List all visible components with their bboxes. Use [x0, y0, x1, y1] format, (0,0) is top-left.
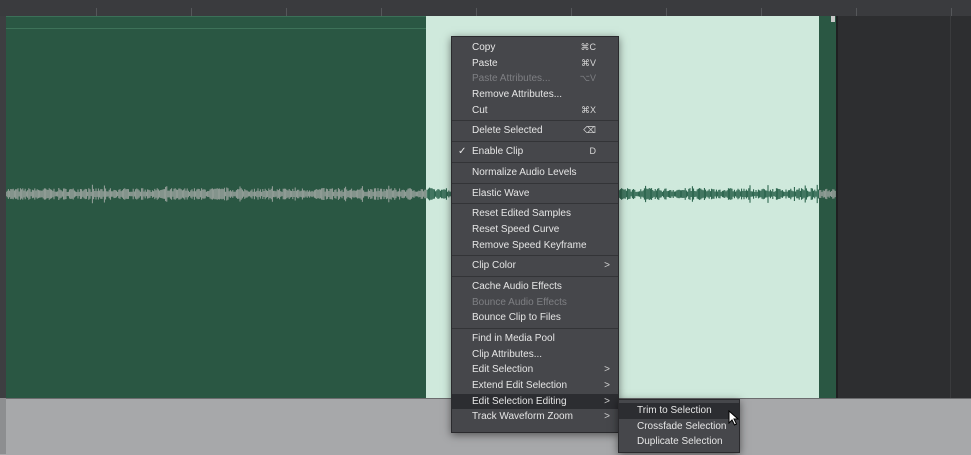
ruler-tick [191, 8, 192, 16]
ruler-tick [381, 8, 382, 16]
menu-item-label: Trim to Selection [637, 405, 712, 416]
menu-separator [452, 275, 618, 277]
menu-item-elastic-wave[interactable]: Elastic Wave [452, 186, 618, 202]
menu-item-normalize-audio-levels[interactable]: Normalize Audio Levels [452, 165, 618, 181]
menu-item-track-waveform-zoom[interactable]: Track Waveform Zoom > [452, 409, 618, 425]
menu-item-label: Reset Edited Samples [472, 208, 571, 220]
menu-item-bounce-clip-to-files[interactable]: Bounce Clip to Files [452, 310, 618, 326]
menu-item-cut[interactable]: Cut ⌘X [452, 103, 618, 119]
shortcut-label: ⌥V [579, 73, 596, 84]
menu-item-reset-edited-samples[interactable]: Reset Edited Samples [452, 206, 618, 222]
menu-item-extend-edit-selection[interactable]: Extend Edit Selection > [452, 378, 618, 394]
menu-item-label: Duplicate Selection [637, 436, 723, 448]
menu-item-remove-attributes[interactable]: Remove Attributes... [452, 87, 618, 103]
menu-separator [452, 182, 618, 184]
submenu-item-trim-to-selection[interactable]: Trim to Selection [619, 403, 739, 419]
check-icon: ✓ [458, 146, 467, 158]
menu-item-find-in-media-pool[interactable]: Find in Media Pool [452, 331, 618, 347]
ruler-tick [666, 8, 667, 16]
submenu-item-crossfade-selection[interactable]: Crossfade Selection [619, 419, 739, 435]
menu-item-paste[interactable]: Paste ⌘V [452, 56, 618, 72]
ruler-tick [571, 8, 572, 16]
lower-track-left-edge [0, 398, 6, 454]
empty-track-area[interactable] [838, 16, 971, 398]
menu-item-label: Cache Audio Effects [472, 280, 562, 292]
shortcut-label: D [589, 146, 597, 157]
ruler-tick [476, 8, 477, 16]
track-divider [950, 16, 951, 398]
menu-item-label: Paste Attributes... [472, 73, 551, 85]
menu-item-label: Track Waveform Zoom [472, 411, 573, 423]
delete-key-icon: ⌫ [583, 125, 596, 136]
menu-item-label: Clip Attributes... [472, 348, 543, 360]
clip-trim-handle[interactable] [831, 16, 835, 22]
menu-item-label: Paste [472, 57, 498, 69]
arrow-pointer-icon [728, 410, 740, 426]
shortcut-label: ⌘C [580, 42, 597, 52]
menu-item-enable-clip[interactable]: ✓ Enable Clip D [452, 144, 618, 160]
menu-item-bounce-audio-effects: Bounce Audio Effects [452, 295, 618, 311]
menu-separator [452, 203, 618, 205]
menu-separator [452, 161, 618, 163]
menu-item-label: Edit Selection Editing [472, 395, 567, 407]
menu-item-label: Edit Selection [472, 364, 534, 376]
menu-item-label: Extend Edit Selection [472, 380, 568, 392]
menu-item-label: Find in Media Pool [472, 333, 555, 344]
chevron-right-icon: > [604, 395, 610, 407]
ruler-tick [856, 8, 857, 16]
menu-item-label: Enable Clip [472, 146, 524, 158]
menu-item-label: Remove Speed Keyframe [472, 239, 587, 251]
menu-item-edit-selection-editing[interactable]: Edit Selection Editing > [452, 393, 618, 410]
chevron-right-icon: > [604, 380, 610, 392]
menu-item-label: Elastic Wave [472, 187, 530, 199]
menu-item-label: Reset Speed Curve [472, 223, 560, 235]
timeline-ruler[interactable] [0, 0, 971, 17]
menu-item-label: Bounce Clip to Files [472, 312, 561, 324]
clip-context-menu: Copy ⌘C Paste ⌘V Paste Attributes... ⌥V Rem… [451, 36, 619, 433]
menu-item-edit-selection[interactable]: Edit Selection > [452, 362, 618, 378]
menu-item-label: Crossfade Selection [637, 420, 727, 432]
audio-waveform [6, 184, 836, 204]
chevron-right-icon: > [604, 364, 610, 376]
menu-separator [452, 141, 618, 143]
menu-separator [452, 255, 618, 257]
chevron-right-icon: > [604, 411, 610, 423]
menu-item-delete-selected[interactable]: Delete Selected ⌫ [452, 123, 618, 139]
edit-selection-editing-submenu: Trim to Selection Crossfade Selection Du… [618, 399, 740, 453]
menu-item-label: Remove Attributes... [472, 89, 563, 101]
menu-item-remove-speed-keyframe[interactable]: Remove Speed Keyframe [452, 238, 618, 254]
menu-item-label: Bounce Audio Effects [472, 296, 567, 308]
menu-item-label: Normalize Audio Levels [472, 166, 577, 178]
menu-item-clip-color[interactable]: Clip Color > [452, 258, 618, 274]
menu-item-label: Delete Selected [472, 125, 543, 137]
menu-item-cache-audio-effects[interactable]: Cache Audio Effects [452, 279, 618, 295]
shortcut-label: ⌘V [580, 57, 596, 68]
menu-item-clip-attributes[interactable]: Clip Attributes... [452, 347, 618, 363]
menu-separator [452, 120, 618, 122]
submenu-item-duplicate-selection[interactable]: Duplicate Selection [619, 434, 739, 450]
menu-item-paste-attributes: Paste Attributes... ⌥V [452, 71, 618, 87]
menu-item-copy[interactable]: Copy ⌘C [452, 40, 618, 56]
ruler-tick [286, 8, 287, 16]
menu-separator [452, 328, 618, 329]
ruler-tick [951, 8, 952, 16]
ruler-tick [96, 8, 97, 16]
menu-item-label: Cut [472, 104, 488, 116]
chevron-right-icon: > [604, 260, 610, 272]
menu-item-label: Copy [472, 42, 496, 53]
ruler-tick [761, 8, 762, 16]
menu-item-reset-speed-curve[interactable]: Reset Speed Curve [452, 222, 618, 238]
menu-item-label: Clip Color [472, 260, 516, 272]
shortcut-label: ⌘X [580, 104, 596, 115]
